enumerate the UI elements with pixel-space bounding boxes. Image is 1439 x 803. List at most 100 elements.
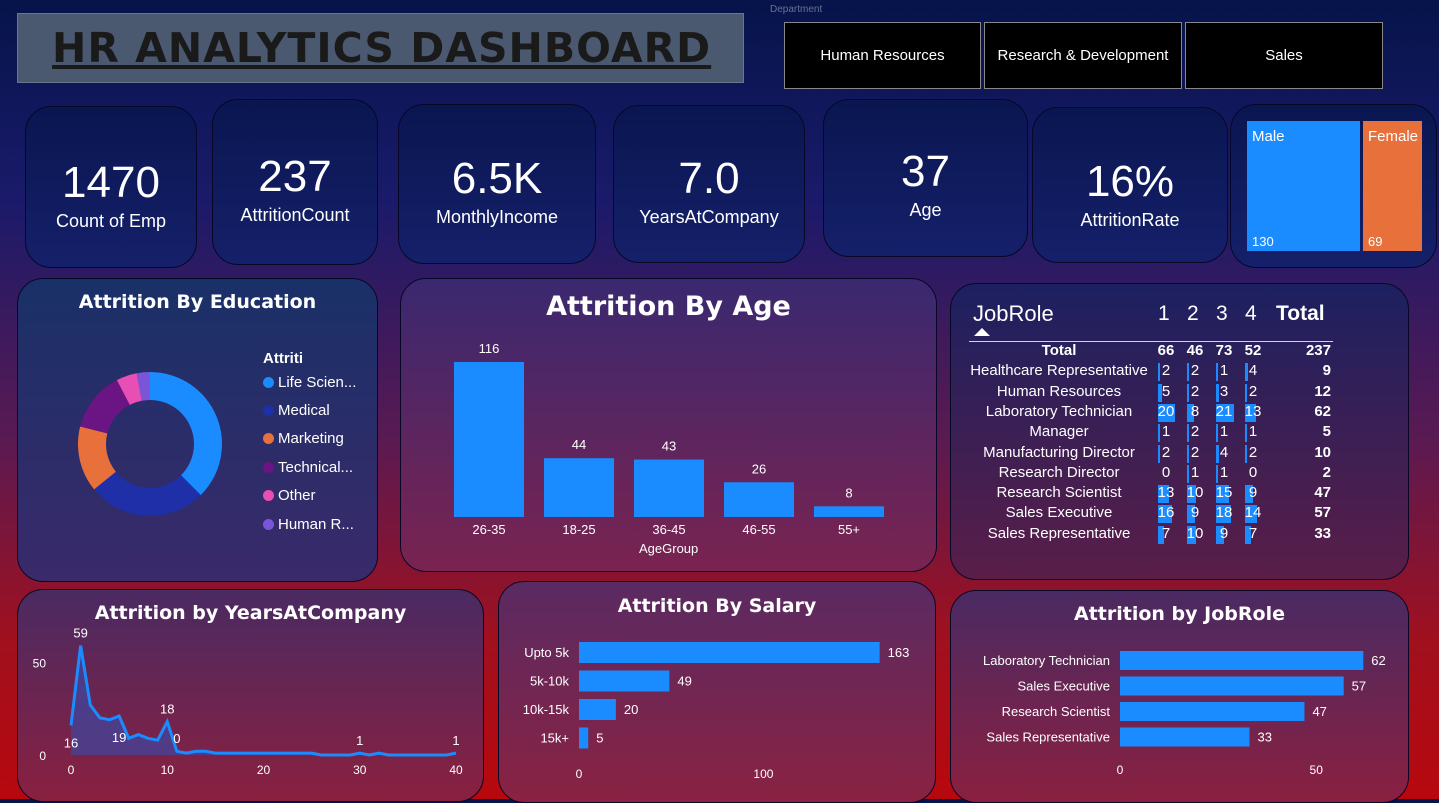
legend-item-other[interactable]: Other (263, 487, 316, 504)
matrix-cell: 1 (1190, 463, 1200, 481)
matrix-cell: 66 (1157, 342, 1175, 359)
matrix-cell: 1 (1248, 423, 1258, 441)
department-option-human-resources[interactable]: Human Resources (784, 22, 981, 89)
matrix-cell: 0 (1248, 463, 1258, 481)
legend-item-medical[interactable]: Medical (263, 402, 330, 419)
matrix-cell: 9 (1219, 524, 1229, 542)
years-data-label: 1 (356, 733, 363, 748)
jobrole-bar-value: 33 (1258, 730, 1272, 745)
legend-label: Life Scien... (278, 374, 357, 391)
matrix-col-1: 1 (1158, 302, 1170, 325)
department-option-research-development[interactable]: Research & Development (984, 22, 1182, 89)
kpi-value: 37 (901, 147, 950, 196)
matrix-row[interactable]: Laboratory Technician 20 8 21 13 62 (951, 403, 1391, 423)
matrix-cell: 2 (1190, 423, 1200, 441)
salary-bar (579, 670, 670, 692)
matrix-row[interactable]: Sales Executive 16 9 18 14 57 (951, 504, 1391, 524)
matrix-total-row[interactable]: Total 66 46 73 52 237 (951, 342, 1391, 362)
age-tick-label: 36-45 (652, 522, 685, 537)
jobrole-category-label: Sales Representative (986, 730, 1110, 745)
salary-panel: Attrition By Salary 163 Upto 5k 49 5k-10k 20… (498, 581, 936, 803)
legend-item-human-resources[interactable]: Human R... (263, 516, 354, 533)
matrix-row[interactable]: Human Resources 5 2 3 2 12 (951, 383, 1391, 403)
age-panel: Attrition By Age 116 26-35 44 18-25 43 36-45 2… (400, 278, 937, 572)
kpi-label: AttritionCount (240, 205, 350, 225)
matrix-cell-total: 9 (1322, 362, 1331, 380)
matrix-cell: 7 (1161, 524, 1171, 542)
kpi-count-of-emp: 1470 Count of Emp (25, 106, 197, 268)
department-option-sales[interactable]: Sales (1185, 22, 1383, 89)
matrix-cell: 2 (1248, 443, 1258, 461)
salary-bar-value: 163 (888, 645, 910, 660)
matrix-row-label: Sales Executive (1005, 504, 1113, 522)
years-x-tick: 10 (161, 763, 175, 777)
gender-female-tile[interactable]: Female 69 (1363, 121, 1422, 251)
age-bar (814, 506, 884, 517)
years-area-chart: 0 10 20 30 40 0 50 16 59 19 18 0 1 1 (33, 626, 463, 777)
years-data-label: 16 (64, 735, 78, 750)
kpi-value: 7.0 (678, 154, 740, 203)
matrix-row-label: Total (1041, 342, 1077, 359)
matrix-cell-total: 12 (1314, 382, 1331, 400)
gender-male-tile[interactable]: Male 130 (1247, 121, 1360, 251)
years-x-tick: 40 (449, 763, 463, 777)
jobrole-bar-value: 57 (1352, 679, 1366, 694)
sort-ascending-icon[interactable] (974, 328, 990, 336)
kpi-value: 6.5K (451, 154, 543, 203)
years-x-tick: 20 (257, 763, 271, 777)
matrix-cell: 46 (1186, 342, 1204, 359)
matrix-cell: 2 (1161, 443, 1171, 461)
matrix-cell: 1 (1219, 362, 1229, 380)
salary-bar-value: 20 (624, 702, 638, 717)
kpi-years-at-company: 7.0 YearsAtCompany (613, 105, 805, 263)
matrix-cell: 1 (1219, 463, 1229, 481)
kpi-label: MonthlyIncome (435, 207, 559, 227)
matrix-cell-total: 237 (1305, 342, 1331, 359)
jobrole-bar (1120, 651, 1364, 670)
matrix-row[interactable]: Manager 1 2 1 1 5 (951, 423, 1391, 443)
age-bar-value: 44 (572, 437, 586, 452)
salary-bar (579, 642, 880, 663)
matrix-col-3: 3 (1216, 302, 1228, 325)
matrix-cell: 9 (1190, 504, 1200, 522)
matrix-cell: 16 (1157, 504, 1175, 522)
matrix-cell: 13 (1157, 484, 1175, 502)
matrix-row[interactable]: Healthcare Representative 2 2 1 4 9 (951, 362, 1391, 382)
matrix-row[interactable]: Sales Representative 7 10 9 7 33 (951, 525, 1391, 545)
legend-item-marketing[interactable]: Marketing (263, 430, 344, 447)
matrix-cell: 9 (1248, 484, 1258, 502)
kpi-label: AttritionRate (1080, 210, 1180, 230)
years-x-tick: 0 (68, 763, 75, 777)
jobrole-bar (1120, 702, 1305, 721)
years-data-label: 59 (73, 626, 87, 641)
matrix-header-jobrole[interactable]: JobRole (973, 301, 1054, 327)
matrix-col-4: 4 (1245, 302, 1257, 325)
age-bar (724, 482, 794, 517)
matrix-row[interactable]: Manufacturing Director 2 2 4 2 10 (951, 444, 1391, 464)
matrix-body: Total 66 46 73 52 237 Healthcare Representativ… (951, 342, 1410, 562)
legend-label: Human R... (278, 516, 354, 533)
age-tick-label: 18-25 (562, 522, 595, 537)
age-bar-value: 43 (662, 439, 676, 454)
kpi-monthly-income: 6.5K MonthlyIncome (398, 104, 596, 264)
matrix-cell: 0 (1161, 463, 1171, 481)
legend-dot (263, 519, 274, 530)
matrix-row[interactable]: Research Director 0 1 1 0 2 (951, 464, 1391, 484)
legend-item-life-sciences[interactable]: Life Scien... (263, 374, 356, 391)
matrix-cell-total: 33 (1314, 524, 1331, 542)
kpi-attrition-rate: 16% AttritionRate (1032, 107, 1228, 263)
years-x-tick: 30 (353, 763, 367, 777)
education-donut-chart (77, 372, 222, 516)
legend-item-technical[interactable]: Technical... (263, 459, 353, 476)
salary-bar (579, 699, 616, 720)
years-data-label: 0 (173, 731, 180, 746)
matrix-row-label: Sales Representative (987, 524, 1131, 542)
years-line (69, 645, 457, 757)
jobrole-bar (1120, 727, 1250, 747)
matrix-row[interactable]: Research Scientist 13 10 15 9 47 (951, 484, 1391, 504)
age-tick-label: 26-35 (472, 522, 505, 537)
matrix-cell: 21 (1215, 402, 1233, 420)
age-tick-label: 55+ (838, 522, 860, 537)
salary-category-label: 15k+ (540, 731, 569, 746)
salary-bar-value: 5 (596, 731, 603, 746)
